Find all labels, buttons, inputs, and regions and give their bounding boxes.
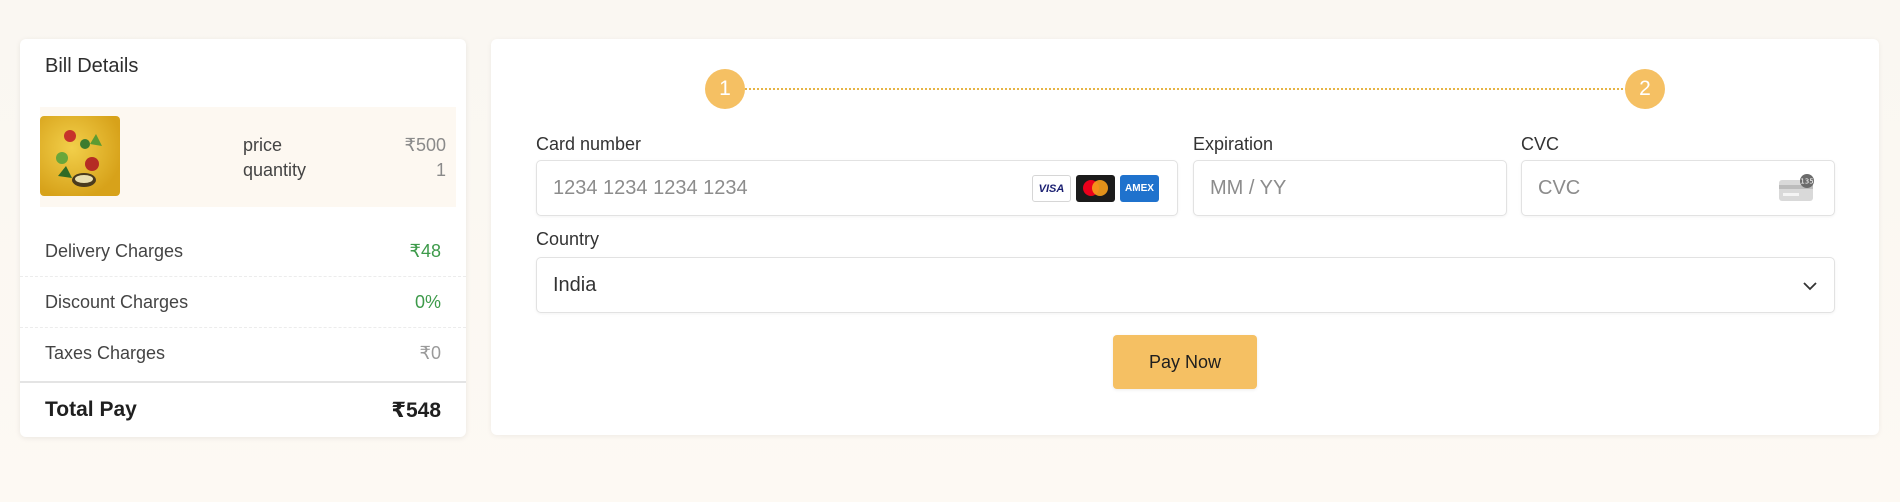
step-connector — [745, 88, 1627, 90]
total-pay-row: Total Pay ₹548 — [20, 381, 466, 437]
total-value: ₹548 — [391, 398, 441, 422]
bill-title: Bill Details — [45, 55, 139, 77]
country-value: India — [553, 273, 597, 296]
expiration-placeholder: MM / YY — [1210, 176, 1287, 199]
country-label: Country — [536, 229, 600, 249]
charge-label: Delivery Charges — [45, 240, 184, 261]
mastercard-icon — [1076, 175, 1115, 202]
quantity-value: 1 — [435, 160, 446, 180]
payment-card: 1 2 Card number 1234 1234 1234 1234 VISA… — [491, 39, 1879, 435]
visa-icon: VISA — [1032, 175, 1071, 202]
card-number-label: Card number — [536, 134, 642, 154]
cvc-input[interactable]: CVC 135 — [1521, 160, 1835, 216]
price-label: price — [243, 135, 283, 155]
charge-label: Taxes Charges — [45, 343, 166, 363]
pay-now-button[interactable]: Pay Now — [1113, 335, 1257, 389]
discount-charges-row: Discount Charges 0% — [20, 277, 466, 328]
charge-value: ₹0 — [419, 343, 441, 363]
card-brands: VISA AMEX — [1032, 175, 1159, 202]
bill-details-card: Bill Details price quantity ₹500 1 Deliv… — [20, 39, 466, 437]
price-value: ₹500 — [404, 135, 446, 155]
step-1-indicator: 1 — [705, 69, 745, 109]
expiration-input[interactable]: MM / YY — [1193, 160, 1507, 216]
cvc-placeholder: CVC — [1538, 176, 1581, 199]
expiration-label: Expiration — [1193, 134, 1274, 154]
charge-value: ₹48 — [409, 240, 441, 261]
country-select[interactable]: India — [536, 257, 1835, 313]
total-label: Total Pay — [45, 398, 137, 421]
charge-label: Discount Charges — [45, 291, 189, 312]
product-image — [40, 116, 120, 196]
cvc-icon-text: 135 — [1800, 178, 1813, 186]
delivery-charges-row: Delivery Charges ₹48 — [20, 226, 466, 277]
card-number-placeholder: 1234 1234 1234 1234 — [553, 176, 748, 199]
taxes-charges-row: Taxes Charges ₹0 — [20, 328, 466, 379]
step-2-indicator: 2 — [1625, 69, 1665, 109]
card-number-input[interactable]: 1234 1234 1234 1234 VISA AMEX — [536, 160, 1178, 216]
cvc-card-icon: 135 — [1779, 174, 1814, 201]
quantity-label: quantity — [243, 160, 307, 180]
item-labels: price quantity — [243, 133, 306, 183]
cvc-label: CVC — [1521, 134, 1560, 154]
amex-icon: AMEX — [1120, 175, 1159, 202]
chevron-down-icon — [1803, 282, 1817, 291]
charge-value: 0% — [414, 291, 441, 312]
item-values: ₹500 1 — [405, 133, 446, 183]
cart-item: price quantity ₹500 1 — [40, 107, 456, 207]
